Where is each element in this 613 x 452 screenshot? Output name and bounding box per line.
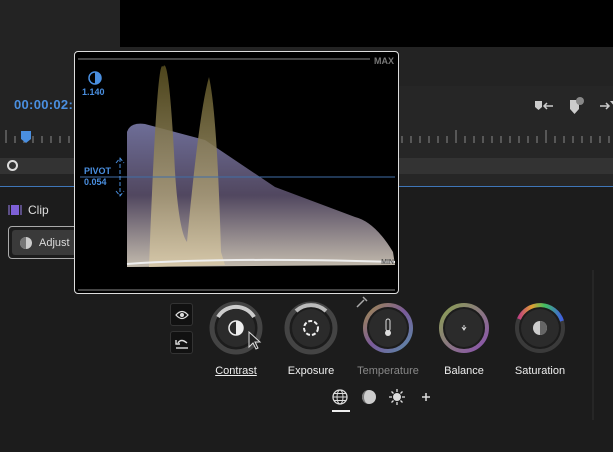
dial-saturation[interactable] <box>513 301 567 355</box>
dial-balance[interactable] <box>437 301 491 355</box>
shadows-icon[interactable] <box>360 388 378 406</box>
add-marker-icon[interactable] <box>570 97 584 114</box>
undo-icon <box>174 339 188 349</box>
min-label: MIN <box>381 259 394 266</box>
playhead-icon[interactable] <box>20 130 32 144</box>
clip-section[interactable]: Clip <box>8 203 49 217</box>
mark-out-icon[interactable] <box>600 101 613 110</box>
clip-label: Clip <box>28 203 49 217</box>
eye-icon <box>174 310 189 319</box>
luma-histogram <box>78 58 396 291</box>
pivot-label: PIVOT <box>84 166 112 176</box>
toggle-visibility-button[interactable] <box>170 303 193 326</box>
eyedropper-icon[interactable] <box>355 295 369 309</box>
clip-icon <box>8 205 22 215</box>
add-icon[interactable] <box>417 388 435 406</box>
reset-button[interactable] <box>170 331 193 354</box>
max-label: MAX <box>374 56 394 66</box>
pivot-value: 0.054 <box>84 177 107 187</box>
timecode[interactable]: 00:00:02: <box>14 97 73 112</box>
panel-scrollbar[interactable] <box>592 270 594 420</box>
dial-temperature[interactable] <box>361 301 415 355</box>
active-tab-underline <box>332 410 350 412</box>
contrast-histogram-popup: MAX MIN 1.140 PIVOT 0.054 <box>74 51 399 294</box>
mouse-cursor-icon <box>248 331 262 350</box>
contrast-icon <box>88 71 102 85</box>
adjust-icon <box>20 236 32 249</box>
marker-toolbar <box>535 97 613 114</box>
saturation-icon <box>533 321 547 335</box>
top-left-panel <box>0 0 120 47</box>
dial-exposure[interactable] <box>284 301 338 355</box>
adjust-button[interactable]: Adjust <box>8 226 83 259</box>
adjust-label: Adjust <box>39 236 70 249</box>
dial-label-saturation[interactable]: Saturation <box>495 365 585 377</box>
globe-icon[interactable] <box>331 388 349 406</box>
scrollbar-handle[interactable] <box>7 160 18 171</box>
mark-in-icon[interactable] <box>535 101 553 110</box>
contrast-value: 1.140 <box>82 87 105 97</box>
highlights-icon[interactable] <box>388 388 406 406</box>
